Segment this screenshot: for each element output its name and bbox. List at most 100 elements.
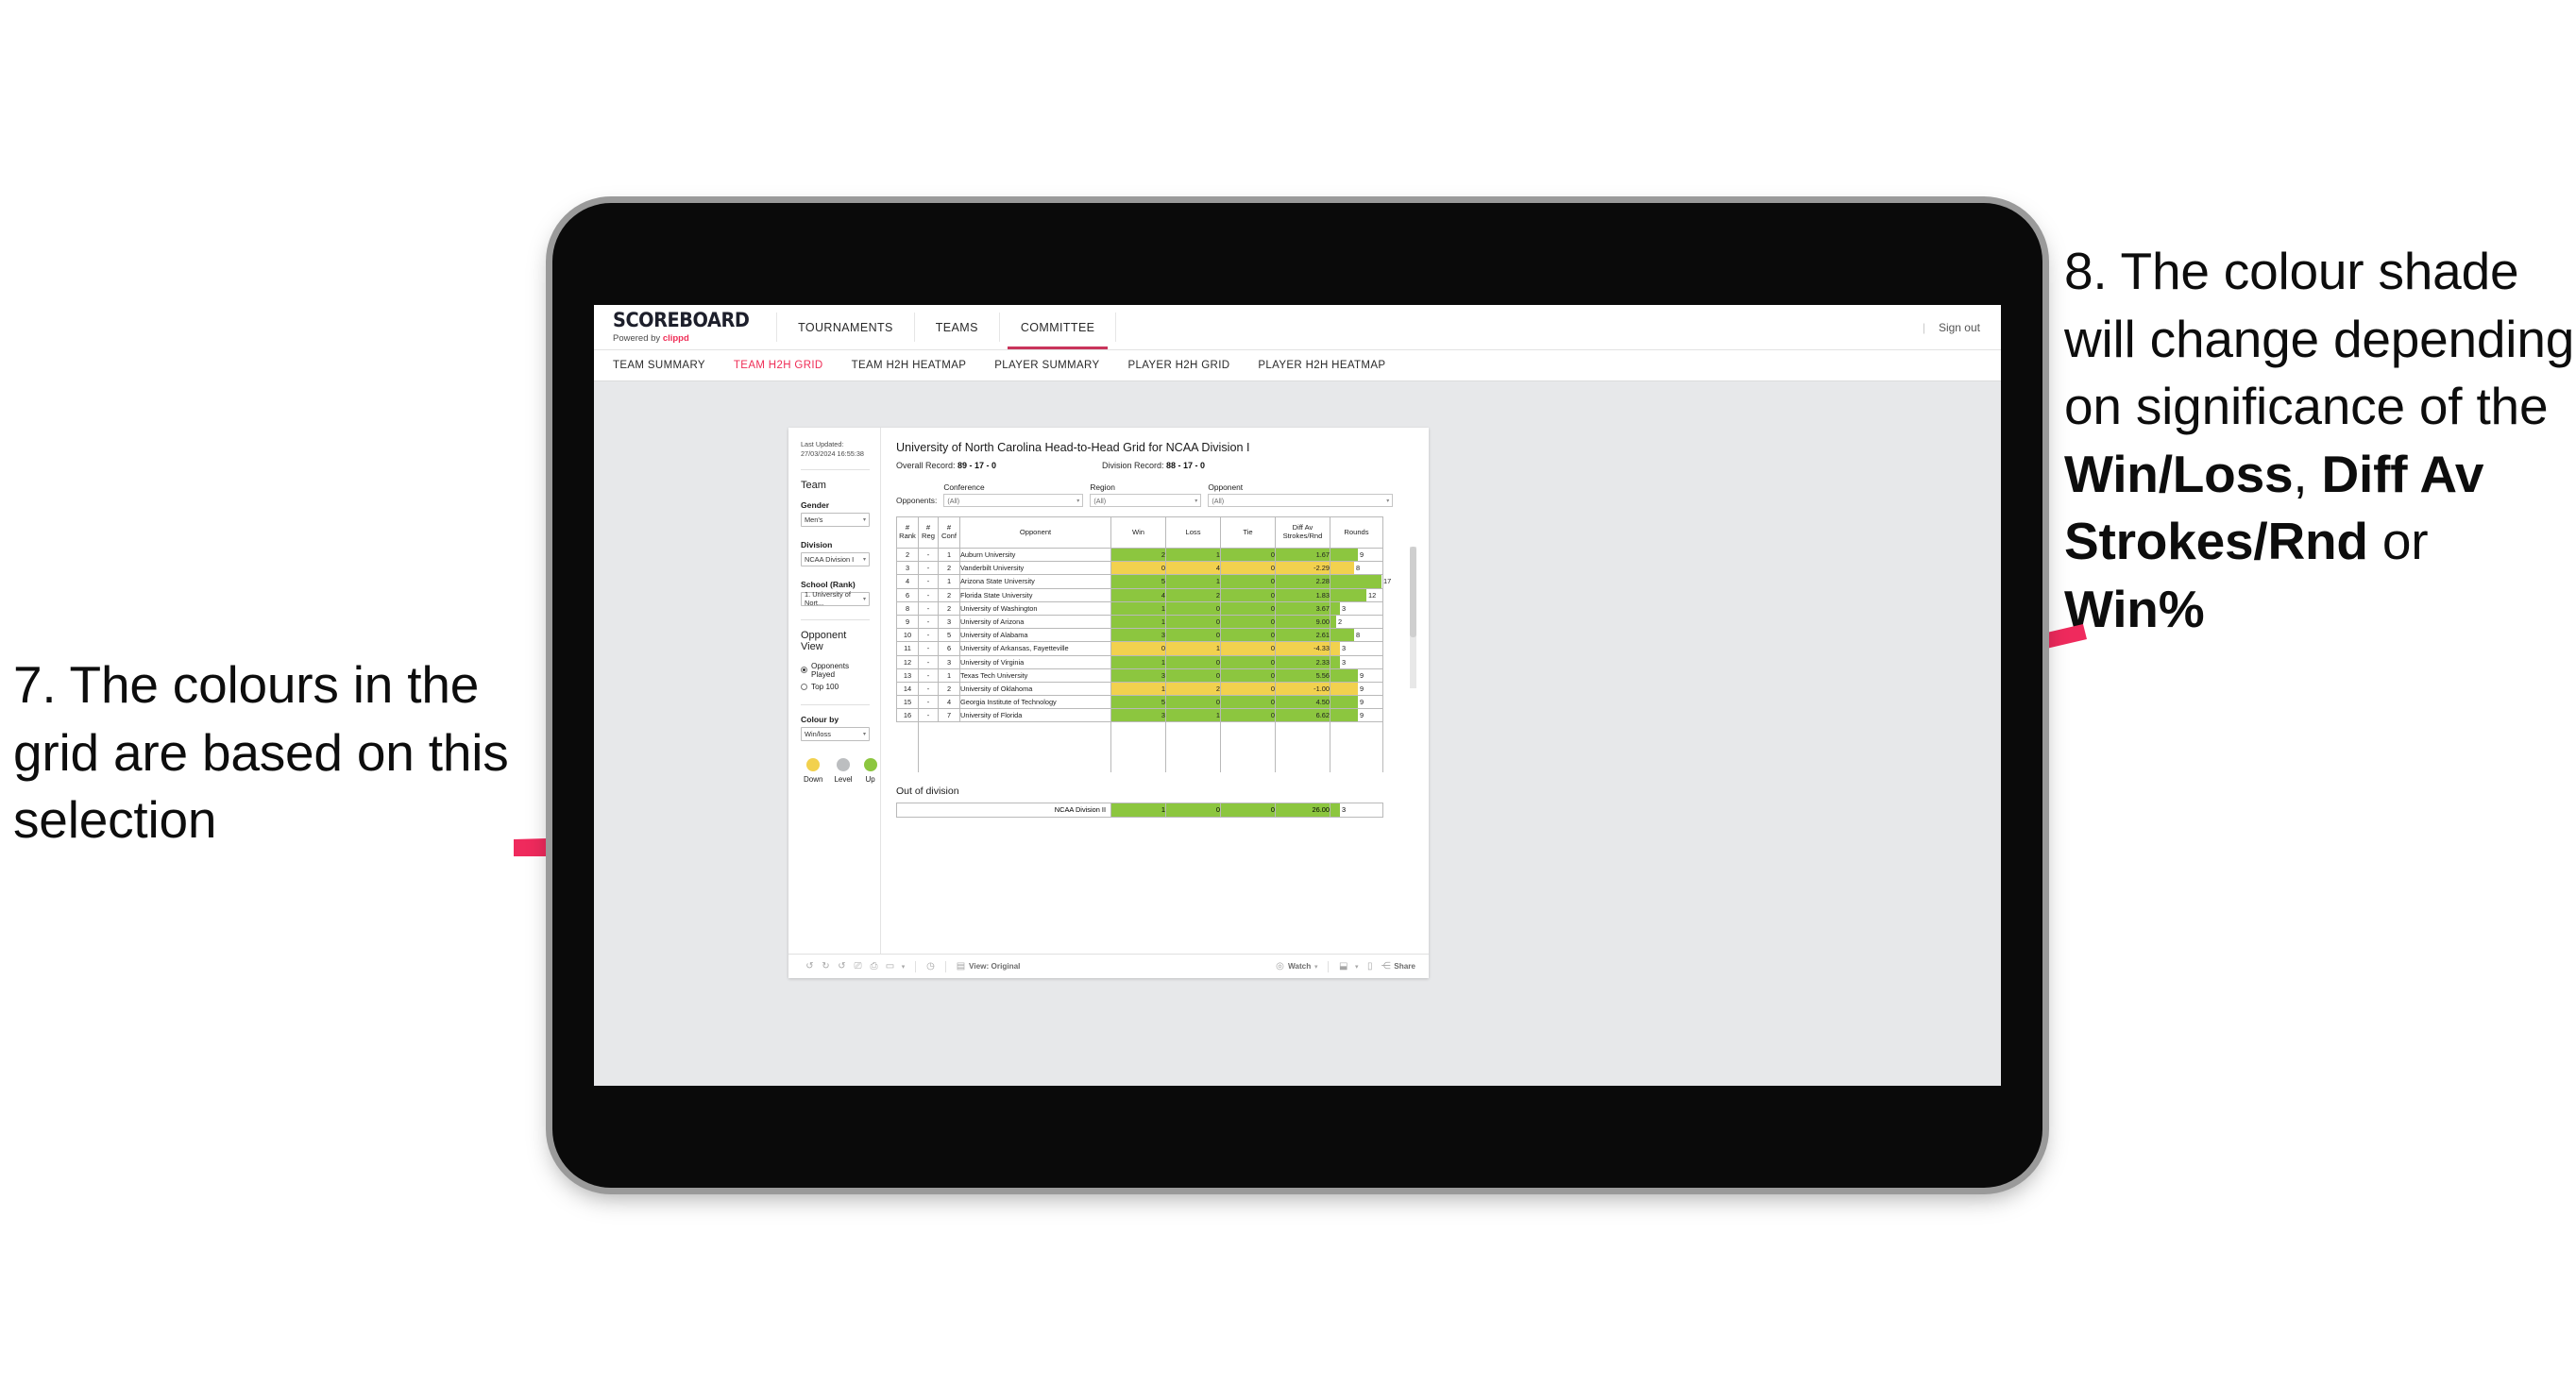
col-opponent[interactable]: Opponent [959,516,1111,549]
cell-opponent: University of Arkansas, Fayetteville [959,641,1111,656]
cell-loss: 0 [1165,654,1221,669]
filter-conference-select[interactable]: (All) ▾ [943,494,1084,507]
col-tie[interactable]: Tie [1220,516,1276,549]
cell-empty [959,747,1111,760]
help-icon[interactable]: ◷ [923,961,939,972]
rounds-value: 9 [1360,698,1364,707]
download-icon[interactable]: ⬓ [1335,961,1351,972]
nav-item-tournaments[interactable]: TOURNAMENTS [777,305,914,349]
device-preview-icon[interactable]: ▯ [1362,961,1378,972]
scrollbar-thumb[interactable] [1410,547,1416,637]
nav-label-teams: TEAMS [935,320,978,334]
school-rank-select[interactable]: 1. University of Nort... ▾ [801,590,870,607]
nav-item-teams[interactable]: TEAMS [915,305,999,349]
table-row[interactable]: 10-5 University of Alabama 3 0 0 2.61 8 [896,628,1383,643]
table-scrollbar[interactable] [1410,547,1416,688]
filter-opponent: Opponent (All) ▾ [1208,482,1394,507]
filter-region-select[interactable]: (All) ▾ [1090,494,1202,507]
col-conf[interactable]: # Conf [938,516,960,549]
table-row[interactable]: 13-1 Texas Tech University 3 0 0 5.56 9 [896,668,1383,683]
share-icon[interactable]: ⋲ [1378,961,1394,972]
table-row[interactable]: 3-2 Vanderbilt University 0 4 0 -2.29 8 [896,561,1383,576]
chevron-down-icon[interactable]: ▾ [898,963,908,971]
cell-opponent: University of Washington [959,600,1111,616]
watch-label[interactable]: Watch [1288,962,1311,971]
cell-tie: 0 [1220,614,1276,630]
table-row[interactable]: 15-4 Georgia Institute of Technology 5 0 0 4.… [896,695,1383,710]
filter-opponent-select[interactable]: (All) ▾ [1208,494,1394,507]
tab-player-h2h-heatmap[interactable]: PLAYER H2H HEATMAP [1258,360,1385,371]
annotation-left: 7. The colours in the grid are based on … [13,651,542,854]
table-row[interactable]: NCAA Division II 1 0 0 26.00 3 [896,803,1383,818]
tab-team-h2h-grid[interactable]: TEAM H2H GRID [734,360,823,371]
col-win[interactable]: Win [1110,516,1166,549]
tab-player-h2h-grid[interactable]: PLAYER H2H GRID [1127,360,1229,371]
table-row[interactable]: 14-2 University of Oklahoma 1 2 0 -1.00 9 [896,681,1383,697]
sign-out-link[interactable]: Sign out [1939,321,1980,334]
col-loss[interactable]: Loss [1165,516,1221,549]
rounds-bar [1330,575,1381,588]
col-reg[interactable]: # Reg [918,516,939,549]
colour-by-select[interactable]: Win/loss ▾ [801,726,870,741]
rounds-bar [1330,588,1366,601]
radio-opponents-played[interactable]: Opponents Played [801,662,870,679]
share-label[interactable]: Share [1394,962,1415,971]
tab-player-summary[interactable]: PLAYER SUMMARY [994,360,1099,371]
division-record-label: Division Record: [1102,461,1167,470]
view-original-label[interactable]: View: Original [969,962,1020,971]
cell-rounds: 9 [1330,668,1383,683]
table-row[interactable]: 8-2 University of Washington 1 0 0 3.67 3 [896,600,1383,616]
table-row[interactable]: 11-6 University of Arkansas, Fayetteville… [896,641,1383,656]
legend-label-down: Down [804,774,823,784]
rounds-bar [1330,803,1340,817]
table-row[interactable]: 12-3 University of Virginia 1 0 0 2.33 3 [896,654,1383,669]
chevron-down-icon[interactable]: ▾ [1351,963,1362,971]
cell-loss: 1 [1165,708,1221,723]
cell-conf: 5 [938,628,960,643]
radio-top-100[interactable]: Top 100 [801,683,870,691]
col-diff-av-strokes[interactable]: Diff Av Strokes/Rnd [1275,516,1330,549]
revert-icon[interactable]: ↺ [834,961,850,972]
pause-icon[interactable]: ⎙ [866,961,882,972]
last-updated-text: Last Updated: 27/03/2024 16:55:38 [801,440,864,458]
cell-loss: 0 [1165,668,1221,683]
col-rank[interactable]: # Rank [896,516,919,549]
chevron-down-icon[interactable]: ▾ [1311,963,1321,971]
app-header: SCOREBOARD Powered by clippd TOURNAMENTS… [594,305,2001,350]
cell-empty [939,735,960,748]
cell-tie: 0 [1220,695,1276,710]
table-row[interactable]: 9-3 University of Arizona 1 0 0 9.00 2 [896,614,1383,630]
cell-tie: 0 [1220,561,1276,576]
cell-tie: 0 [1220,587,1276,602]
gender-select[interactable]: Men's ▾ [801,512,870,527]
cell-loss: 4 [1165,561,1221,576]
cell-win: 5 [1110,695,1166,710]
tab-team-summary[interactable]: TEAM SUMMARY [613,360,705,371]
table-row[interactable]: 2-1 Auburn University 2 1 0 1.67 9 [896,547,1383,563]
redo-icon[interactable]: ↻ [818,961,834,972]
cell-opponent: University of Arizona [959,614,1111,630]
table-row[interactable]: 6-2 Florida State University 4 2 0 1.83 12 [896,587,1383,602]
table-row[interactable]: 4-1 Arizona State University 5 1 0 2.28 17 [896,574,1391,589]
table-row[interactable]: 16-7 University of Florida 3 1 0 6.62 9 [896,708,1383,723]
filter-region-label: Region [1090,482,1115,492]
division-select[interactable]: NCAA Division I ▾ [801,551,870,566]
watch-icon[interactable]: ◎ [1272,961,1288,972]
rect-select-icon[interactable]: ▭ [882,961,898,972]
filter-sidebar: Last Updated: 27/03/2024 16:55:38 Team G… [788,428,881,954]
rounds-bar [1330,562,1354,575]
cell-diff: -4.33 [1275,641,1330,656]
tab-team-h2h-heatmap[interactable]: TEAM H2H HEATMAP [852,360,967,371]
toolbar-divider [945,960,946,972]
cell-conf: 3 [938,654,960,669]
cell-rank: 13 [896,668,919,683]
rounds-bar [1330,549,1358,562]
undo-icon[interactable]: ↺ [802,961,818,972]
filter-conference: Conference (All) ▾ [943,482,1084,507]
nav-item-committee[interactable]: COMMITTEE [1000,305,1116,349]
cell-rounds: 9 [1330,695,1383,710]
refresh-icon[interactable]: ⎚ [850,961,866,972]
view-icon[interactable]: ▤ [953,961,969,972]
col-rounds[interactable]: Rounds [1330,516,1383,549]
opponent-filters: Opponents: Conference (All) ▾ Region (Al… [896,482,1415,507]
